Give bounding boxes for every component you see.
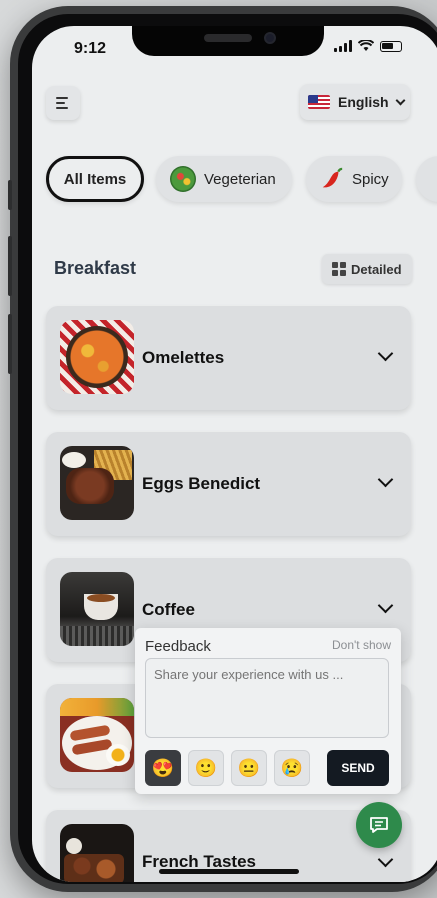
speaker xyxy=(204,34,252,42)
filter-label: Vegeterian xyxy=(204,170,276,188)
menu-item-card[interactable]: Omelettes xyxy=(46,306,411,410)
salad-icon xyxy=(170,166,196,192)
heart-eyes-emoji-icon: 😍 xyxy=(151,757,175,778)
food-image xyxy=(60,446,134,520)
smile-emoji-icon: 🙂 xyxy=(194,757,218,778)
language-label: English xyxy=(338,94,389,110)
rating-happy-button[interactable]: 🙂 xyxy=(188,750,224,786)
chevron-down-icon[interactable] xyxy=(377,345,394,362)
menu-item-card[interactable]: Eggs Benedict xyxy=(46,432,411,536)
menu-item-name: Eggs Benedict xyxy=(142,474,261,493)
side-button xyxy=(8,236,12,296)
food-image xyxy=(60,320,134,394)
chat-icon xyxy=(370,817,388,833)
send-button[interactable]: SEND xyxy=(327,750,389,786)
side-button xyxy=(8,180,12,210)
home-indicator[interactable] xyxy=(159,869,299,874)
menu-button[interactable] xyxy=(46,86,80,120)
food-image xyxy=(60,698,134,772)
rating-love-button[interactable]: 😍 xyxy=(145,750,181,786)
dont-show-link[interactable]: Don't show xyxy=(332,638,391,652)
chili-pepper-icon xyxy=(322,167,343,188)
grid-icon xyxy=(332,262,346,276)
food-image xyxy=(60,572,134,646)
menu-item-name: Coffee xyxy=(142,600,195,619)
filter-all-items[interactable]: All Items xyxy=(46,156,144,202)
chevron-down-icon[interactable] xyxy=(377,471,394,488)
filter-more[interactable] xyxy=(416,156,437,202)
view-toggle-button[interactable]: Detailed xyxy=(322,254,412,284)
feedback-title: Feedback xyxy=(145,638,211,655)
neutral-emoji-icon: 😐 xyxy=(237,757,261,778)
food-image xyxy=(60,824,134,882)
chevron-down-icon[interactable] xyxy=(377,851,394,868)
sad-emoji-icon: 😢 xyxy=(280,757,304,778)
filter-label: Spicy xyxy=(352,170,389,188)
filter-spicy[interactable]: Spicy xyxy=(306,156,402,202)
chevron-down-icon xyxy=(395,95,406,105)
wifi-icon xyxy=(358,40,374,51)
feedback-input[interactable] xyxy=(145,658,389,738)
status-icons xyxy=(334,40,402,52)
signal-icon xyxy=(334,40,352,52)
battery-icon xyxy=(380,40,402,52)
camera xyxy=(264,32,276,44)
feedback-chat-button[interactable] xyxy=(356,802,402,848)
view-toggle-label: Detailed xyxy=(351,261,402,277)
rating-neutral-button[interactable]: 😐 xyxy=(231,750,267,786)
phone-screen: 9:12 English All Items Vegeterian Spicy … xyxy=(32,26,437,882)
chevron-down-icon[interactable] xyxy=(377,597,394,614)
notch xyxy=(132,26,324,56)
filter-label: All Items xyxy=(63,170,127,188)
side-button xyxy=(8,314,12,374)
status-time: 9:12 xyxy=(74,40,107,57)
filter-vegetarian[interactable]: Vegeterian xyxy=(156,156,292,202)
menu-item-name: Omelettes xyxy=(142,348,225,367)
rating-sad-button[interactable]: 😢 xyxy=(274,750,310,786)
language-selector[interactable]: English xyxy=(300,84,410,120)
feedback-panel: Feedback Don't show 😍 🙂 😐 😢 SEND xyxy=(135,628,401,794)
app-stage: 9:12 English All Items Vegeterian Spicy … xyxy=(0,0,437,898)
us-flag-icon xyxy=(308,95,330,109)
section-title: Breakfast xyxy=(54,258,137,278)
